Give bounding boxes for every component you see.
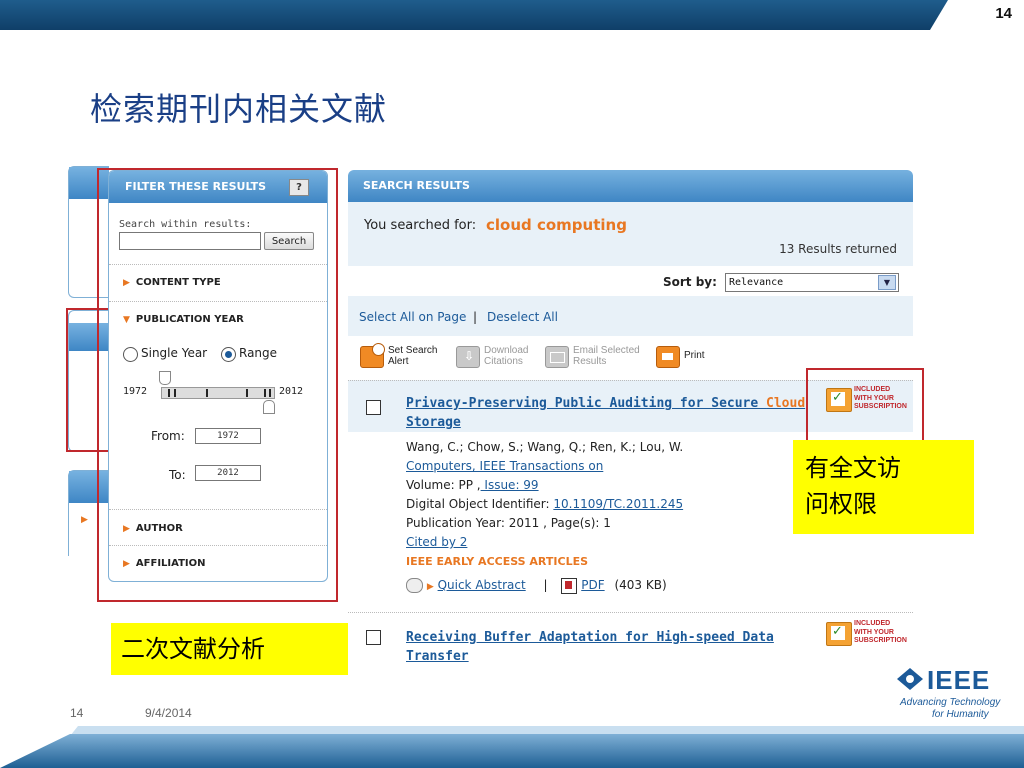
searched-for-label: You searched for:: [364, 218, 477, 233]
result-publication-year: Publication Year: 2011 , Page(s): 1: [406, 516, 611, 530]
results-divider: [348, 612, 913, 613]
result-actions: ▶ Quick Abstract | PDF (403 KB): [406, 576, 667, 597]
subscription-badge: ✓ INCLUDED WITH YOUR SUBSCRIPTION: [826, 620, 914, 648]
sort-selected-value: Relevance: [729, 277, 784, 288]
download-citations-button[interactable]: ⇩ Download Citations: [456, 344, 536, 372]
sort-label: Sort by:: [663, 275, 717, 289]
ieee-logo: IEEE Advancing Technology for Humanity: [896, 665, 1006, 723]
email-icon: [545, 346, 569, 368]
alert-icon: [360, 343, 385, 368]
result-checkbox[interactable]: [366, 630, 381, 645]
print-icon: [656, 346, 680, 368]
results-title: SEARCH RESULTS: [363, 179, 470, 192]
slide-bottom-band: [0, 734, 1024, 768]
result-checkbox[interactable]: [366, 400, 381, 415]
select-all-link[interactable]: Select All on Page: [359, 310, 466, 324]
result-title-link[interactable]: Receiving Buffer Adaptation for High-spe…: [406, 628, 806, 666]
slide-top-bar: [0, 0, 1024, 30]
selection-bar: Select All on Page | Deselect All: [348, 300, 913, 334]
pdf-icon: [561, 577, 578, 594]
magnifier-icon: [406, 578, 423, 593]
deselect-all-link[interactable]: Deselect All: [487, 310, 558, 324]
result-volume: Volume: PP , Issue: 99: [406, 478, 539, 492]
result-cited-by-link[interactable]: Cited by 2: [406, 533, 467, 552]
annotation-secondary-analysis: 二次文献分析: [111, 623, 348, 675]
email-selected-results-button[interactable]: Email Selected Results: [545, 344, 651, 372]
result-early-access: IEEE EARLY ACCESS ARTICLES: [406, 555, 589, 568]
document-check-icon: ✓: [826, 622, 852, 646]
ieee-tagline-1: Advancing Technology: [900, 697, 1001, 708]
download-icon: ⇩: [456, 346, 480, 368]
result-item: Receiving Buffer Adaptation for High-spe…: [348, 618, 913, 668]
result-issue-link[interactable]: Issue: 99: [481, 478, 538, 492]
slide-number: 14: [995, 5, 1012, 22]
selection-divider: |: [473, 310, 478, 324]
result-doi: Digital Object Identifier: 10.1109/TC.20…: [406, 497, 684, 511]
result-journal-link[interactable]: Computers, IEEE Transactions on: [406, 457, 603, 476]
annotation-box-badge: [806, 368, 924, 442]
results-count: 13 Results returned: [779, 242, 897, 256]
result-doi-link[interactable]: 10.1109/TC.2011.245: [553, 497, 683, 511]
chevron-down-icon[interactable]: ▼: [878, 275, 896, 290]
result-title-link[interactable]: Privacy-Preserving Public Auditing for S…: [406, 394, 806, 432]
print-button[interactable]: Print: [656, 344, 716, 372]
annotation-box-filter: [97, 168, 338, 602]
ieee-diamond-icon: [897, 668, 923, 690]
footer-page-number: 14: [70, 706, 84, 720]
pdf-link[interactable]: PDF: [581, 578, 604, 592]
slide-title: 检索期刊内相关文献: [90, 90, 388, 128]
ieee-logo-text: IEEE: [927, 665, 991, 695]
annotation-fulltext-access: 有全文访 问权限: [793, 440, 974, 534]
quick-abstract-link[interactable]: Quick Abstract: [438, 578, 526, 592]
triangle-right-icon: ▶: [426, 582, 434, 592]
search-query: cloud computing: [486, 216, 627, 234]
ieee-tagline-2: for Humanity: [932, 709, 989, 720]
set-search-alert-button[interactable]: Set Search Alert: [360, 343, 438, 372]
result-authors: Wang, C.; Chow, S.; Wang, Q.; Ren, K.; L…: [406, 440, 684, 454]
footer-date: 9/4/2014: [145, 706, 192, 720]
